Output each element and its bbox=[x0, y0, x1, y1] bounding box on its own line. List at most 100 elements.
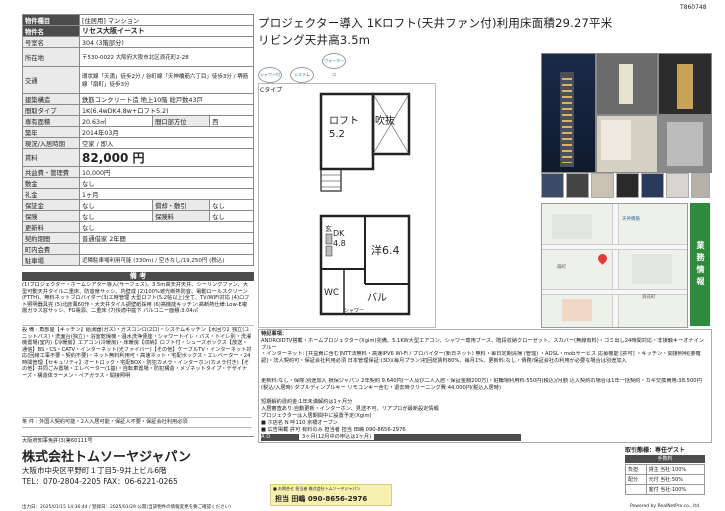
spec-value: なし bbox=[79, 221, 254, 233]
special-notes-panel: 特記事項： ANDROIDTV搭載・ホームプロジェクター(Xgim)完備、5.1… bbox=[258, 329, 712, 443]
spec-value: なし bbox=[78, 210, 154, 222]
fee-value: 客付 当社:100% bbox=[645, 484, 706, 495]
thumbnail[interactable] bbox=[666, 173, 689, 198]
thumbnail[interactable] bbox=[691, 173, 710, 198]
company-address: 大阪市中央区平野町１丁目5-9井上ビル6階 bbox=[22, 466, 167, 475]
spec-value: [住居用] マンション bbox=[79, 14, 254, 26]
spec-label: 所在地 bbox=[22, 47, 80, 67]
floorplan-panel: Cタイプ ロフト 5.2 吹抜 玄 DK 4.8 洋6.4 WC バル シャワー bbox=[258, 83, 436, 328]
wifi-icon: ウォーターロ bbox=[322, 53, 347, 77]
ad-row: ■ 広告掲載 許可 有料のみ 担当者 担当 田嶋 090-8656-2976 bbox=[261, 427, 406, 433]
spec-value: 環状線「天満」徒歩2分 / 谷町線「天神橋筋六丁目」徒歩3分 / 堺筋線「扇町」… bbox=[79, 66, 254, 94]
spec-label: 現況/入居時期 bbox=[22, 137, 80, 149]
night-photo bbox=[658, 53, 712, 115]
spec-label: 保証金 bbox=[22, 199, 80, 211]
fee-table: 負担 貸主 当社:100% 配分 元付 当社:50% 客付 当社:100% bbox=[625, 464, 706, 495]
spec-value bbox=[79, 243, 254, 255]
spec-label: 交通 bbox=[22, 66, 80, 94]
rent-value: 82,000 円 bbox=[79, 148, 254, 167]
thumbnail[interactable] bbox=[541, 173, 564, 198]
spec-value: なし bbox=[79, 177, 254, 189]
special-penalty: 短期解約違約金:1年未満解約は1ヶ月分 bbox=[261, 399, 353, 405]
spec-value: 10,000円 bbox=[79, 166, 254, 178]
fee-header: 手数料 bbox=[625, 455, 705, 463]
spec-value: 20.63㎡ bbox=[78, 115, 154, 127]
system-kitchen-icon: システム bbox=[290, 67, 315, 83]
spec-label: 物件種目 bbox=[22, 14, 80, 26]
fee-key: 配分 bbox=[625, 474, 647, 485]
entrance-photo bbox=[596, 53, 658, 115]
document-id: T860748 bbox=[680, 4, 707, 11]
contact-box: ■ お問合せ 担当者 株式会社トムソーヤジャパン 担当 田嶋 090-8656-… bbox=[270, 484, 392, 506]
fee-value: 元付 当社:50% bbox=[645, 474, 706, 485]
spec-value: 1ヶ月 bbox=[79, 188, 254, 200]
thumbnail[interactable] bbox=[616, 173, 639, 198]
spec-label: 更新料 bbox=[22, 221, 80, 233]
rent-label: 賃料 bbox=[22, 148, 80, 167]
fee-value: 貸主 当社:100% bbox=[645, 464, 706, 475]
spec-value: 2014年03月 bbox=[79, 126, 254, 138]
thumbnail[interactable] bbox=[641, 173, 664, 198]
thumbnail[interactable] bbox=[591, 173, 614, 198]
spec-label: 物件名 bbox=[22, 25, 80, 37]
contact-person: 担当 田嶋 090-8656-2976 bbox=[275, 495, 368, 503]
spec-value: なし bbox=[209, 210, 254, 222]
spec-label: 駐車場 bbox=[22, 254, 80, 266]
spec-value: 1K(6.4wDK4.8w+ロフト5.2) bbox=[79, 104, 254, 116]
spec-value: 近隣駐車場利用可能 (330m) / 空きなし/19,250円 (税込) bbox=[79, 254, 254, 266]
room-photo bbox=[596, 115, 658, 173]
conditions: 条 件 : 外国人契約可能・2人入居可能・保証人不要・保証会社利用必須 bbox=[22, 417, 252, 428]
spec-value: 西 bbox=[209, 115, 254, 127]
spec-value: 鉄筋コンクリート造 地上10階 総戸数43戸 bbox=[79, 93, 254, 105]
spec-value: 空家 / 即入 bbox=[79, 137, 254, 149]
fee-key bbox=[625, 484, 647, 495]
notes-body: (1)プロジェクター・ホームシアター導入(サーフェス)、3.5m高天井天井、シー… bbox=[22, 282, 250, 314]
business-info-badge: 業務情報 bbox=[690, 203, 710, 326]
special-internet: ・インターネット: [共益費に含む]NTT法無料・高速IPV6 Wi-Fi / … bbox=[261, 351, 701, 364]
map-label: 浪花町 bbox=[642, 295, 656, 300]
map-pin-icon bbox=[596, 252, 609, 265]
fee-key: 負担 bbox=[625, 464, 647, 475]
special-projector: プロジェクターは入居期間中に設置予定(Xgim) bbox=[261, 413, 372, 419]
spec-label: 共益費・管理費 bbox=[22, 166, 80, 178]
spec-label: 保険料 bbox=[152, 210, 211, 222]
spec-value: 304 (3階部分) bbox=[79, 36, 254, 48]
special-fees: 更新料:なし・保険:別途加入 損保ジャパン 2年契約 9,640円(一人及び二人… bbox=[261, 378, 702, 391]
spec-label: 町内会費 bbox=[22, 243, 80, 255]
equipment-body: 設 備 : 角部屋【キッチン】給湯器(ガス)・ガスコンロ(2口)・システムキッチ… bbox=[22, 327, 252, 379]
move-in-row: A D 3ヶ月(12月中の申込は1ヶ月) bbox=[261, 434, 521, 441]
spec-label: 敷金 bbox=[22, 177, 80, 189]
spec-value: なし bbox=[209, 199, 254, 211]
spec-label: 間取タイプ bbox=[22, 104, 80, 116]
spec-label: 保険 bbox=[22, 210, 80, 222]
spec-label: 専有面積 bbox=[22, 115, 80, 127]
map-label: 扇町 bbox=[557, 265, 566, 270]
atrium-label: 吹抜 bbox=[375, 116, 395, 127]
hallway-photo bbox=[658, 115, 712, 173]
shower-label: シャワー bbox=[344, 308, 365, 314]
dk-label: DK 4.8 bbox=[333, 229, 346, 248]
license-no: 大阪府知事免許(3)第60111号 bbox=[22, 438, 93, 444]
special-screening: 入居審査あり:自動更新・インターホン、見送不可、リアプロが最新設定情報 bbox=[261, 406, 439, 412]
spec-label: 建築構造 bbox=[22, 93, 80, 105]
special-body: ANDROIDTV搭載・ホームプロジェクター(Xgim)完備、5.1KW大型エア… bbox=[261, 338, 704, 351]
spec-label: 礼金 bbox=[22, 188, 80, 200]
powered-by: Powered by RealNetPro co., ltd. bbox=[630, 504, 701, 509]
wc-label: WC bbox=[324, 288, 340, 298]
notes-header: 備 考 bbox=[22, 272, 254, 281]
transaction-type: 取引態様：専任ゲスト bbox=[625, 447, 686, 454]
thumbnail[interactable] bbox=[566, 173, 589, 198]
building-photo bbox=[541, 53, 596, 173]
western-room-label: 洋6.4 bbox=[371, 244, 400, 257]
map-label: 天神橋筋 bbox=[622, 217, 640, 222]
property-name: リセス大阪イースト bbox=[79, 25, 254, 37]
map[interactable]: 天神橋筋 浪花町 扇町 bbox=[541, 203, 688, 328]
spec-label: 築年 bbox=[22, 126, 80, 138]
spec-label: 間口部方位 bbox=[152, 115, 211, 127]
shower-icon: シャワー付 bbox=[258, 67, 282, 83]
spec-value: 普通借家 2年間 bbox=[79, 232, 254, 244]
company-tel-fax: TEL：070-2804-2205 FAX：06-6221-0265 bbox=[22, 477, 178, 486]
balcony-label: バル bbox=[367, 293, 387, 304]
entry-label: 玄 bbox=[325, 225, 332, 233]
feature-icons: シャワー付 システム ウォーターロ bbox=[258, 53, 349, 83]
